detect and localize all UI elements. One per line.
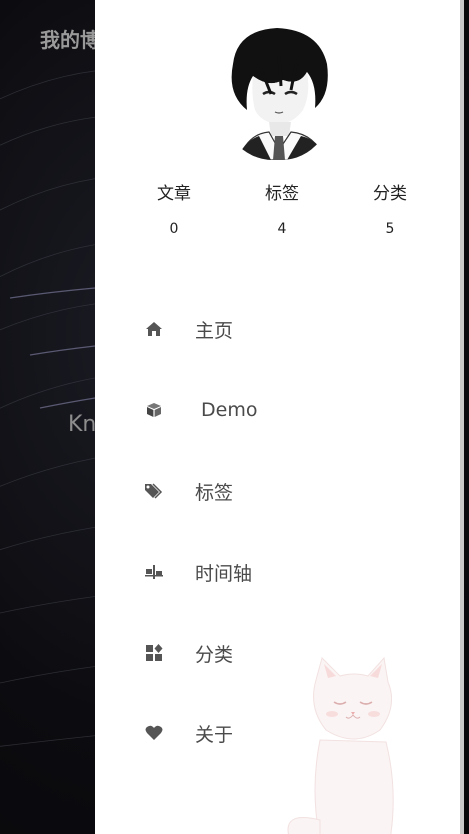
stat-categories[interactable]: 分类 5 [350,182,430,238]
stat-articles[interactable]: 文章 0 [134,182,214,238]
timeline-icon [143,561,165,583]
menu-item-label: 分类 [195,643,234,666]
menu-item-timeline[interactable]: 时间轴 [95,547,464,597]
scrollbar[interactable] [460,0,464,834]
cat-illustration [280,650,420,834]
stat-value: 4 [277,221,287,237]
menu-item-label: 时间轴 [195,562,253,585]
menu-item-label: 标签 [195,481,234,504]
stat-label: 分类 [373,184,407,204]
tags-icon [143,480,165,502]
menu-item-label: 关于 [195,723,234,746]
stat-value: 0 [169,221,179,237]
menu-item-demo[interactable]: Demo [95,385,464,435]
home-icon [143,318,165,340]
profile-stats: 文章 0 标签 4 分类 5 [119,182,443,242]
stat-value: 5 [385,221,395,237]
side-drawer: 文章 0 标签 4 分类 5 主页 Demo 标签 时间轴 分类 关于 [95,0,464,834]
menu-item-tags[interactable]: 标签 [95,466,464,516]
menu-item-label: Demo [201,399,258,421]
stat-label: 文章 [157,184,191,204]
menu-item-label: 主页 [195,319,234,342]
blog-title-partial: 我的博 [40,28,100,52]
hero-text-partial: Kn [68,412,97,437]
stat-label: 标签 [265,184,299,204]
cube-icon [143,399,165,421]
avatar-illustration [231,28,328,160]
menu-item-home[interactable]: 主页 [95,304,464,354]
stat-tags[interactable]: 标签 4 [242,182,322,238]
heart-icon [143,722,165,744]
category-icon [143,642,165,664]
avatar[interactable] [219,24,335,160]
